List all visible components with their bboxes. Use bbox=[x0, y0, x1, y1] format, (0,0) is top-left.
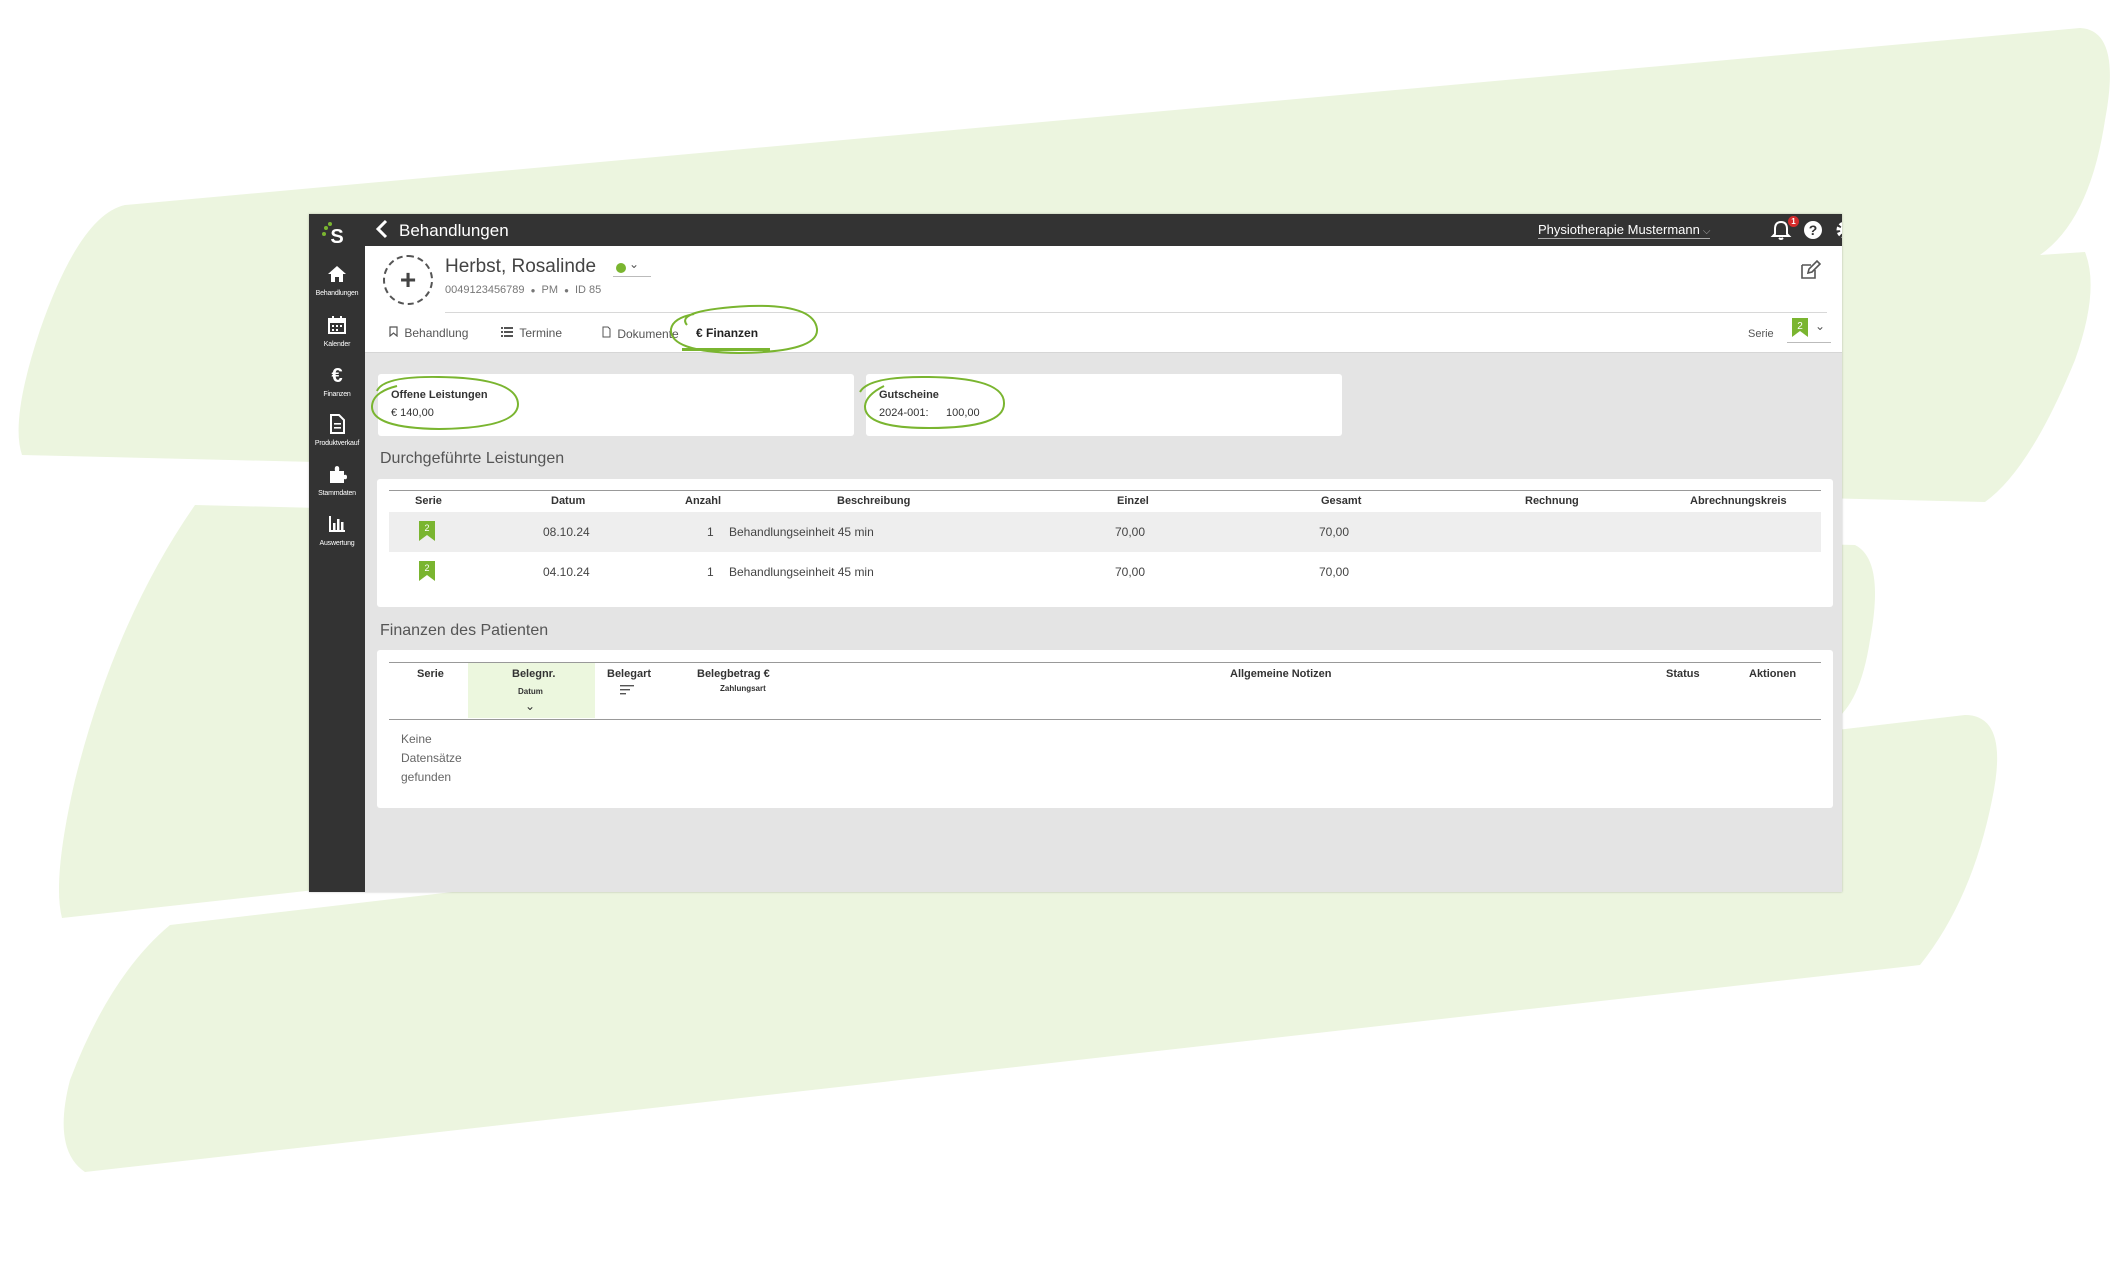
col-rechnung[interactable]: Rechnung bbox=[1525, 495, 1579, 507]
col-belegnr[interactable]: Belegnr. bbox=[512, 668, 555, 680]
calendar-icon bbox=[309, 315, 365, 337]
serie-bookmark-icon: 2 bbox=[419, 561, 435, 581]
logo-letter: S bbox=[330, 226, 344, 248]
col-status[interactable]: Status bbox=[1666, 668, 1700, 680]
practice-name: Physiotherapie Mustermann bbox=[1538, 222, 1700, 237]
sidebar-item-behandlungen[interactable]: Behandlungen bbox=[309, 264, 365, 299]
tab-dokumente[interactable]: Dokumente bbox=[602, 326, 679, 341]
col-einzel[interactable]: Einzel bbox=[1117, 495, 1149, 507]
col-gesamt[interactable]: Gesamt bbox=[1321, 495, 1361, 507]
file-icon bbox=[602, 326, 614, 341]
tab-behandlung[interactable]: Behandlung bbox=[389, 326, 468, 340]
svg-text:?: ? bbox=[1809, 222, 1818, 238]
sidebar: S Behandlungen Kalender € Finanzen Produ… bbox=[309, 214, 365, 892]
list-icon bbox=[501, 326, 516, 340]
patient-meta: 0049123456789 ● PM ● ID 85 bbox=[445, 284, 602, 296]
col-abrechnungskreis[interactable]: Abrechnungskreis bbox=[1690, 495, 1787, 507]
voucher-code: 2024-001: bbox=[879, 407, 929, 419]
patient-initials: PM bbox=[541, 284, 559, 296]
tab-finanzen[interactable]: € Finanzen bbox=[696, 326, 758, 340]
col-anzahl[interactable]: Anzahl bbox=[685, 495, 721, 507]
euro-icon: € bbox=[331, 365, 343, 387]
sidebar-item-stammdaten[interactable]: Stammdaten bbox=[309, 464, 365, 499]
app-logo[interactable]: S bbox=[322, 222, 352, 252]
chevron-down-icon: ⌵ bbox=[1702, 226, 1711, 237]
col-belegnr-sub: Datum bbox=[518, 687, 543, 696]
patient-header: + Herbst, Rosalinde ⌄ 0049123456789 ● PM… bbox=[365, 246, 1842, 353]
patient-phone: 0049123456789 bbox=[445, 284, 525, 296]
col-allgemeine-notizen[interactable]: Allgemeine Notizen bbox=[1230, 668, 1331, 680]
bar-chart-icon bbox=[309, 514, 365, 536]
puzzle-icon bbox=[309, 464, 365, 486]
svg-text:2: 2 bbox=[1797, 321, 1803, 332]
services-table: Serie Datum Anzahl Beschreibung Einzel G… bbox=[377, 479, 1833, 607]
col-serie[interactable]: Serie bbox=[415, 495, 442, 507]
document-icon bbox=[309, 414, 365, 436]
home-icon bbox=[309, 264, 365, 286]
empty-state-message: Keine Datensätze gefunden bbox=[401, 732, 462, 784]
active-tab-indicator bbox=[682, 348, 770, 351]
finances-table: Serie Belegnr. Datum ⌄ Belegart Belegbet… bbox=[377, 650, 1833, 808]
page-title: Behandlungen bbox=[399, 221, 509, 240]
col-belegart[interactable]: Belegart bbox=[607, 668, 651, 680]
patient-id: ID 85 bbox=[574, 284, 602, 296]
services-section-title: Durchgeführte Leistungen bbox=[380, 450, 565, 467]
gear-icon[interactable] bbox=[1834, 219, 1842, 241]
patient-name: Herbst, Rosalinde bbox=[445, 256, 597, 277]
voucher-amount: 100,00 bbox=[946, 407, 980, 419]
tab-termine[interactable]: Termine bbox=[501, 326, 562, 340]
table-row[interactable] bbox=[389, 512, 1821, 552]
col-belegbetrag[interactable]: Belegbetrag € bbox=[697, 668, 770, 680]
svg-text:2: 2 bbox=[424, 563, 429, 573]
status-indicator[interactable] bbox=[616, 263, 626, 273]
back-arrow-icon[interactable] bbox=[375, 218, 389, 244]
euro-icon: € bbox=[696, 326, 703, 340]
vouchers-card: Gutscheine 2024-001: 100,00 bbox=[866, 374, 1342, 436]
col-aktionen: Aktionen bbox=[1749, 668, 1797, 680]
app-window: S Behandlungen Kalender € Finanzen Produ… bbox=[309, 214, 1842, 892]
svg-text:2: 2 bbox=[424, 523, 429, 533]
open-services-card: Offene Leistungen € 140,00 bbox=[378, 374, 854, 436]
sidebar-item-auswertung[interactable]: Auswertung bbox=[309, 514, 365, 549]
serie-bookmark-icon: 2 bbox=[419, 521, 435, 541]
chevron-down-icon: ⌄ bbox=[1815, 319, 1826, 333]
practice-selector[interactable]: Physiotherapie Mustermann ⌵ bbox=[1538, 222, 1711, 239]
table-row[interactable] bbox=[389, 553, 1821, 593]
edit-icon[interactable] bbox=[1799, 259, 1822, 281]
col-beschreibung[interactable]: Beschreibung bbox=[837, 495, 910, 507]
sidebar-item-kalender[interactable]: Kalender bbox=[309, 315, 365, 350]
chevron-down-icon[interactable]: ⌄ bbox=[525, 699, 535, 713]
sort-icon[interactable] bbox=[620, 685, 634, 695]
top-bar: Behandlungen Physiotherapie Mustermann ⌵ … bbox=[365, 214, 1842, 246]
col-belegbetrag-sub: Zahlungsart bbox=[720, 684, 766, 693]
sidebar-item-finanzen[interactable]: € Finanzen bbox=[309, 365, 365, 400]
col-serie[interactable]: Serie bbox=[417, 668, 444, 680]
notification-badge: 1 bbox=[1788, 216, 1799, 227]
help-icon[interactable]: ? bbox=[1802, 219, 1824, 241]
chevron-down-icon[interactable]: ⌄ bbox=[629, 257, 639, 271]
serie-filter-label: Serie bbox=[1748, 328, 1774, 340]
add-photo-button[interactable]: + bbox=[383, 255, 433, 305]
bookmark-icon bbox=[389, 326, 401, 340]
sidebar-item-produktverkauf[interactable]: Produktverkauf bbox=[309, 414, 365, 449]
serie-bookmark-icon: 2 bbox=[1792, 318, 1808, 337]
open-services-value: € 140,00 bbox=[391, 407, 434, 419]
finances-section-title: Finanzen des Patienten bbox=[380, 622, 549, 639]
serie-filter-select[interactable]: 2 ⌄ bbox=[1787, 318, 1831, 343]
col-datum[interactable]: Datum bbox=[551, 495, 585, 507]
